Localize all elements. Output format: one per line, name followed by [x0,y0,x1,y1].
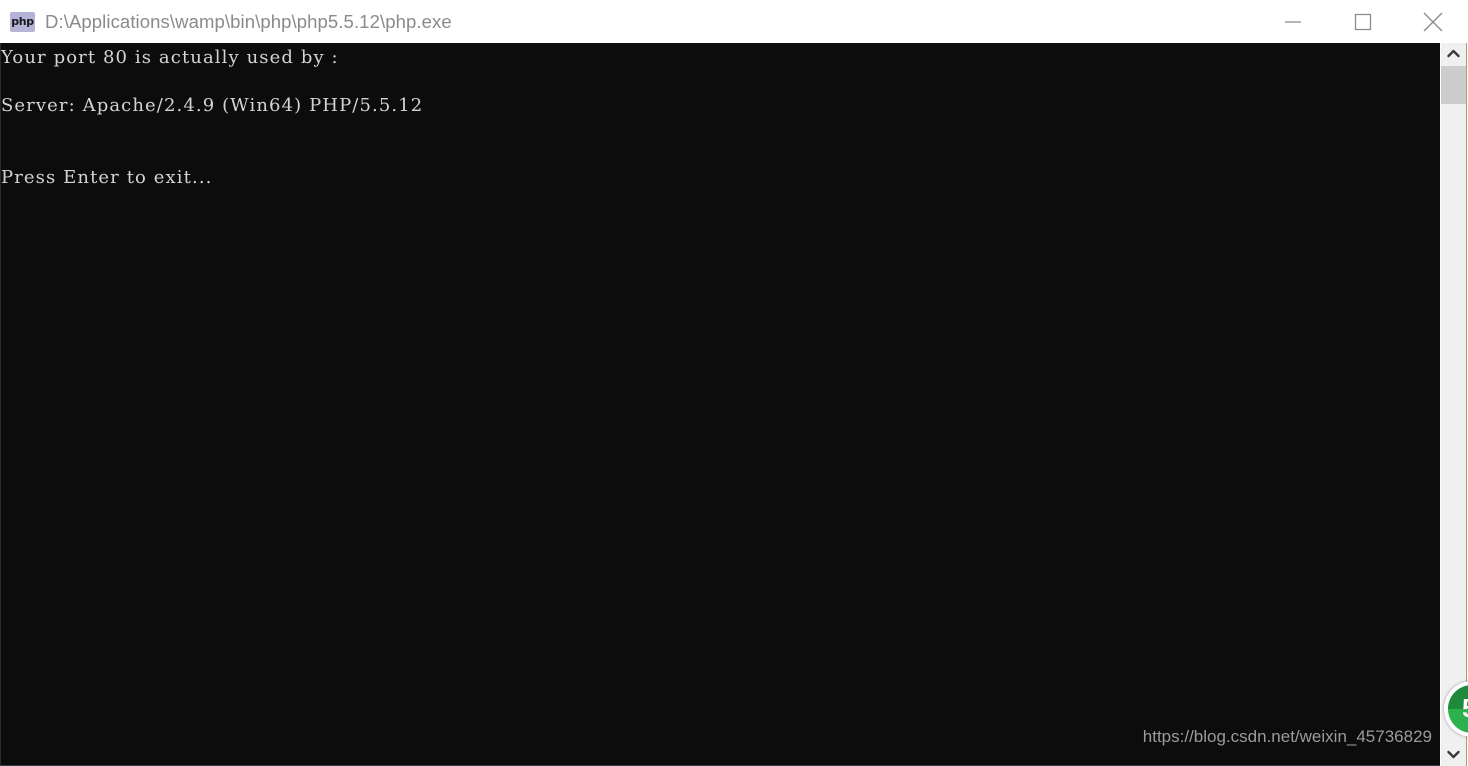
title-bar[interactable]: php D:\Applications\wamp\bin\php\php5.5.… [0,0,1468,43]
console-text: Your port 80 is actually used by : Serve… [1,47,424,188]
title-bar-left: php D:\Applications\wamp\bin\php\php5.5.… [0,11,1258,33]
maximize-icon [1354,13,1372,31]
php-icon: php [10,11,35,32]
console-output-area[interactable]: Your port 80 is actually used by : Serve… [0,43,1440,766]
scrollbar-thumb[interactable] [1441,66,1466,104]
window-controls [1258,0,1468,43]
watermark-url: https://blog.csdn.net/weixin_45736829 [1142,727,1432,746]
green-badge-inner: 5 [1448,685,1468,733]
scroll-down-button[interactable] [1441,744,1466,766]
maximize-button[interactable] [1328,0,1398,43]
close-button[interactable] [1398,0,1468,43]
green-badge-label: 5 [1462,695,1468,721]
minimize-icon [1284,16,1302,28]
scroll-up-button[interactable] [1441,43,1466,65]
php-icon-label: php [11,15,34,28]
close-icon [1422,11,1444,33]
chevron-up-icon [1447,45,1460,63]
window-title: D:\Applications\wamp\bin\php\php5.5.12\p… [45,10,452,32]
minimize-button[interactable] [1258,0,1328,43]
chevron-down-icon [1447,746,1460,764]
vertical-scrollbar[interactable] [1441,43,1467,766]
php-console-window: php D:\Applications\wamp\bin\php\php5.5.… [0,0,1468,766]
